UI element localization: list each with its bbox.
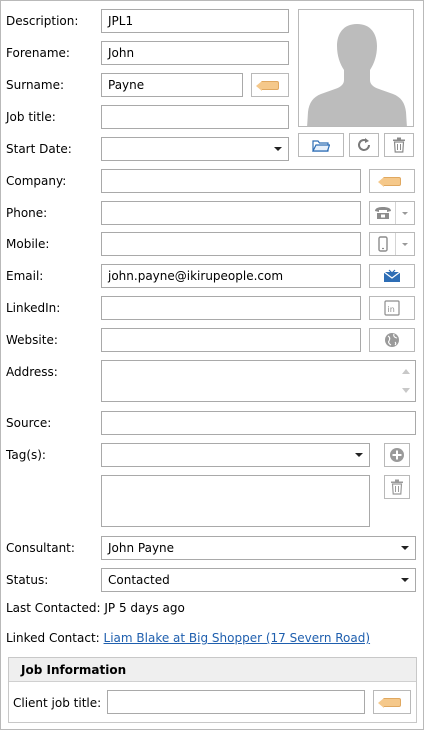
mobile-call-part[interactable] xyxy=(370,233,396,255)
forename-field[interactable]: John xyxy=(101,41,289,65)
add-tag-button[interactable] xyxy=(384,443,410,467)
tags-list[interactable] xyxy=(101,475,370,527)
mobile-call-button[interactable] xyxy=(369,232,415,256)
refresh-icon xyxy=(358,138,370,151)
scroll-up-icon[interactable] xyxy=(402,369,410,374)
trash-icon xyxy=(391,479,403,495)
chevron-down-icon xyxy=(402,242,408,246)
client-job-title-label: Client job title: xyxy=(13,696,102,710)
tags-label: Tag(s): xyxy=(6,448,46,462)
remove-tag-button[interactable] xyxy=(384,475,410,499)
phone-call-part[interactable] xyxy=(370,202,396,224)
company-field[interactable] xyxy=(101,169,361,193)
job-title-field[interactable] xyxy=(101,105,289,129)
chevron-down-icon xyxy=(401,578,409,582)
forename-label: Forename: xyxy=(6,46,70,60)
phone-menu-part[interactable] xyxy=(396,202,414,224)
company-label: Company: xyxy=(6,174,67,188)
consultant-value: John Payne xyxy=(108,541,175,555)
scroll-down-icon[interactable] xyxy=(402,388,410,393)
open-website-button[interactable] xyxy=(369,328,415,352)
last-contacted-row: Last Contacted: JP 5 days ago xyxy=(6,601,185,615)
globe-icon xyxy=(385,333,399,347)
send-email-button[interactable] xyxy=(369,264,415,288)
tag-icon xyxy=(256,80,279,91)
description-field[interactable]: JPL1 xyxy=(101,9,289,33)
source-field[interactable] xyxy=(101,411,416,435)
start-date-label: Start Date: xyxy=(6,142,72,156)
linkedin-field[interactable] xyxy=(101,296,361,320)
website-label: Website: xyxy=(6,333,58,347)
email-field[interactable]: john.payne@ikirupeople.com xyxy=(101,264,361,288)
website-field[interactable] xyxy=(101,328,361,352)
description-label: Description: xyxy=(6,14,79,28)
phone-call-button[interactable] xyxy=(369,201,415,225)
address-label: Address: xyxy=(6,365,58,379)
folder-icon xyxy=(312,140,330,152)
linkedin-icon: in xyxy=(384,300,400,316)
chevron-down-icon xyxy=(402,211,408,215)
last-contacted-value: JP 5 days ago xyxy=(104,601,185,615)
mobile-phone-icon xyxy=(377,236,388,252)
linked-contact-label: Linked Contact: xyxy=(6,631,100,645)
consultant-dropdown[interactable]: John Payne xyxy=(101,536,416,560)
mobile-menu-part[interactable] xyxy=(396,233,414,255)
linkedin-label: LinkedIn: xyxy=(6,301,61,315)
linked-contact-row: Linked Contact: Liam Blake at Big Shoppe… xyxy=(6,631,370,645)
mobile-field[interactable] xyxy=(101,232,361,256)
contact-form: Description: Forename: Surname: Job titl… xyxy=(0,0,424,730)
tags-dropdown[interactable] xyxy=(101,443,370,467)
chevron-down-icon xyxy=(274,147,282,151)
job-information-section: Job Information Client job title: xyxy=(8,657,417,723)
envelope-icon xyxy=(383,269,401,282)
last-contacted-label: Last Contacted: xyxy=(6,601,101,615)
avatar[interactable] xyxy=(298,9,414,127)
person-silhouette-icon xyxy=(307,24,407,126)
refresh-photo-button[interactable] xyxy=(349,133,379,157)
surname-tag-button[interactable] xyxy=(251,73,289,97)
trash-icon xyxy=(393,137,405,153)
status-dropdown[interactable]: Contacted xyxy=(101,568,416,592)
plus-circle-icon xyxy=(390,448,404,462)
phone-field[interactable] xyxy=(101,201,361,225)
job-information-header: Job Information xyxy=(9,658,416,682)
open-linkedin-button[interactable]: in xyxy=(369,296,415,320)
start-date-field[interactable] xyxy=(101,137,289,161)
company-tag-button[interactable] xyxy=(369,169,415,193)
svg-text:in: in xyxy=(388,305,395,314)
delete-photo-button[interactable] xyxy=(384,133,414,157)
browse-photo-button[interactable] xyxy=(298,133,344,157)
status-value: Contacted xyxy=(108,573,170,587)
job-title-label: Job title: xyxy=(6,110,56,124)
linked-contact-link[interactable]: Liam Blake at Big Shopper (17 Severn Roa… xyxy=(104,631,371,645)
client-job-title-field[interactable] xyxy=(107,690,365,714)
email-label: Email: xyxy=(6,269,44,283)
phone-label: Phone: xyxy=(6,206,48,220)
client-job-title-tag-button[interactable] xyxy=(373,690,411,714)
tag-icon xyxy=(378,697,401,708)
source-label: Source: xyxy=(6,416,52,430)
chevron-down-icon xyxy=(401,546,409,550)
consultant-label: Consultant: xyxy=(6,541,75,555)
chevron-down-icon xyxy=(355,453,363,457)
status-label: Status: xyxy=(6,573,49,587)
mobile-label: Mobile: xyxy=(6,237,50,251)
telephone-icon xyxy=(374,207,391,219)
address-field[interactable] xyxy=(101,360,416,402)
surname-field[interactable]: Payne xyxy=(101,73,243,97)
surname-label: Surname: xyxy=(6,78,65,92)
tag-icon xyxy=(378,176,401,187)
